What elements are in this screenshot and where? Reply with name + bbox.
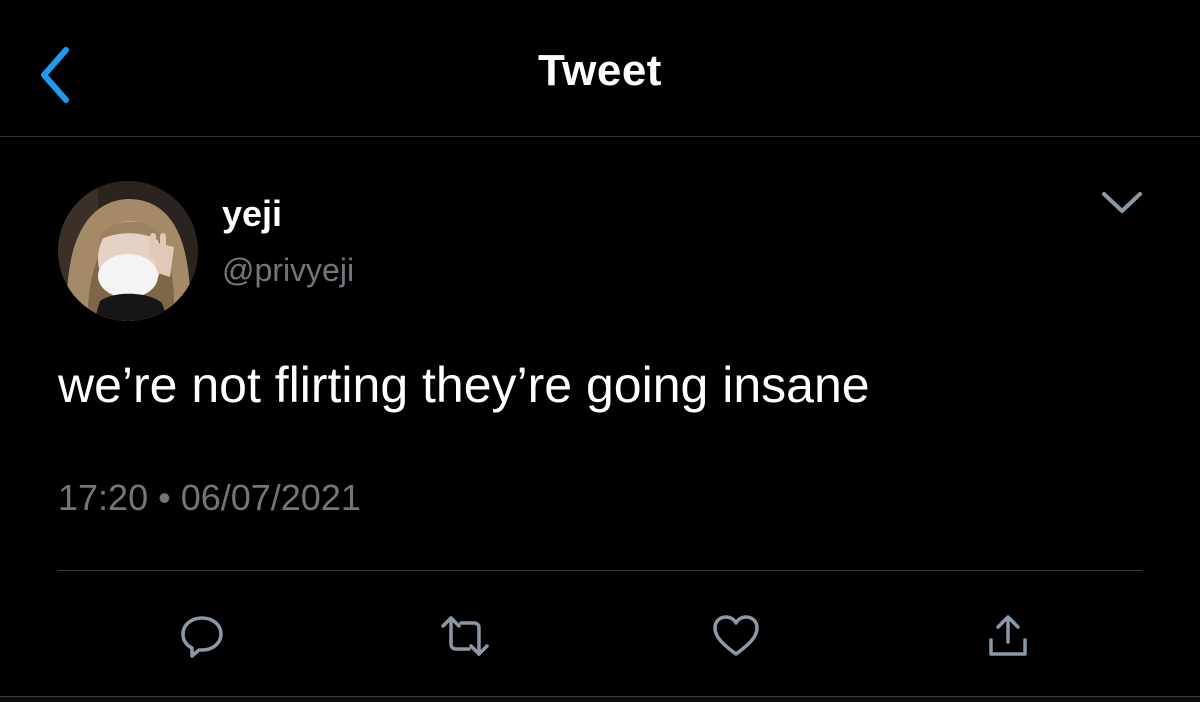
more-options-button[interactable] <box>1095 183 1149 223</box>
chevron-down-icon <box>1102 192 1142 213</box>
divider <box>58 570 1142 571</box>
author-display-name[interactable]: yeji <box>222 193 282 235</box>
profile-photo <box>58 181 198 321</box>
tweet-text: we’re not flirting they’re going insane <box>58 357 870 413</box>
bottom-edge <box>0 696 1200 702</box>
like-button[interactable] <box>708 608 764 664</box>
reply-icon <box>181 616 223 658</box>
author-handle[interactable]: @privyeji <box>222 252 354 289</box>
tweet-timestamp: 17:20 • 06/07/2021 <box>58 477 361 518</box>
retweet-button[interactable] <box>437 608 493 664</box>
page-title: Tweet <box>538 46 662 95</box>
reply-button[interactable] <box>174 608 230 664</box>
avatar[interactable] <box>58 181 198 321</box>
share-button[interactable] <box>980 608 1036 664</box>
nav-bar: Tweet <box>0 0 1200 137</box>
share-icon <box>989 615 1027 656</box>
heart-icon <box>713 615 759 656</box>
retweet-icon <box>441 616 489 656</box>
